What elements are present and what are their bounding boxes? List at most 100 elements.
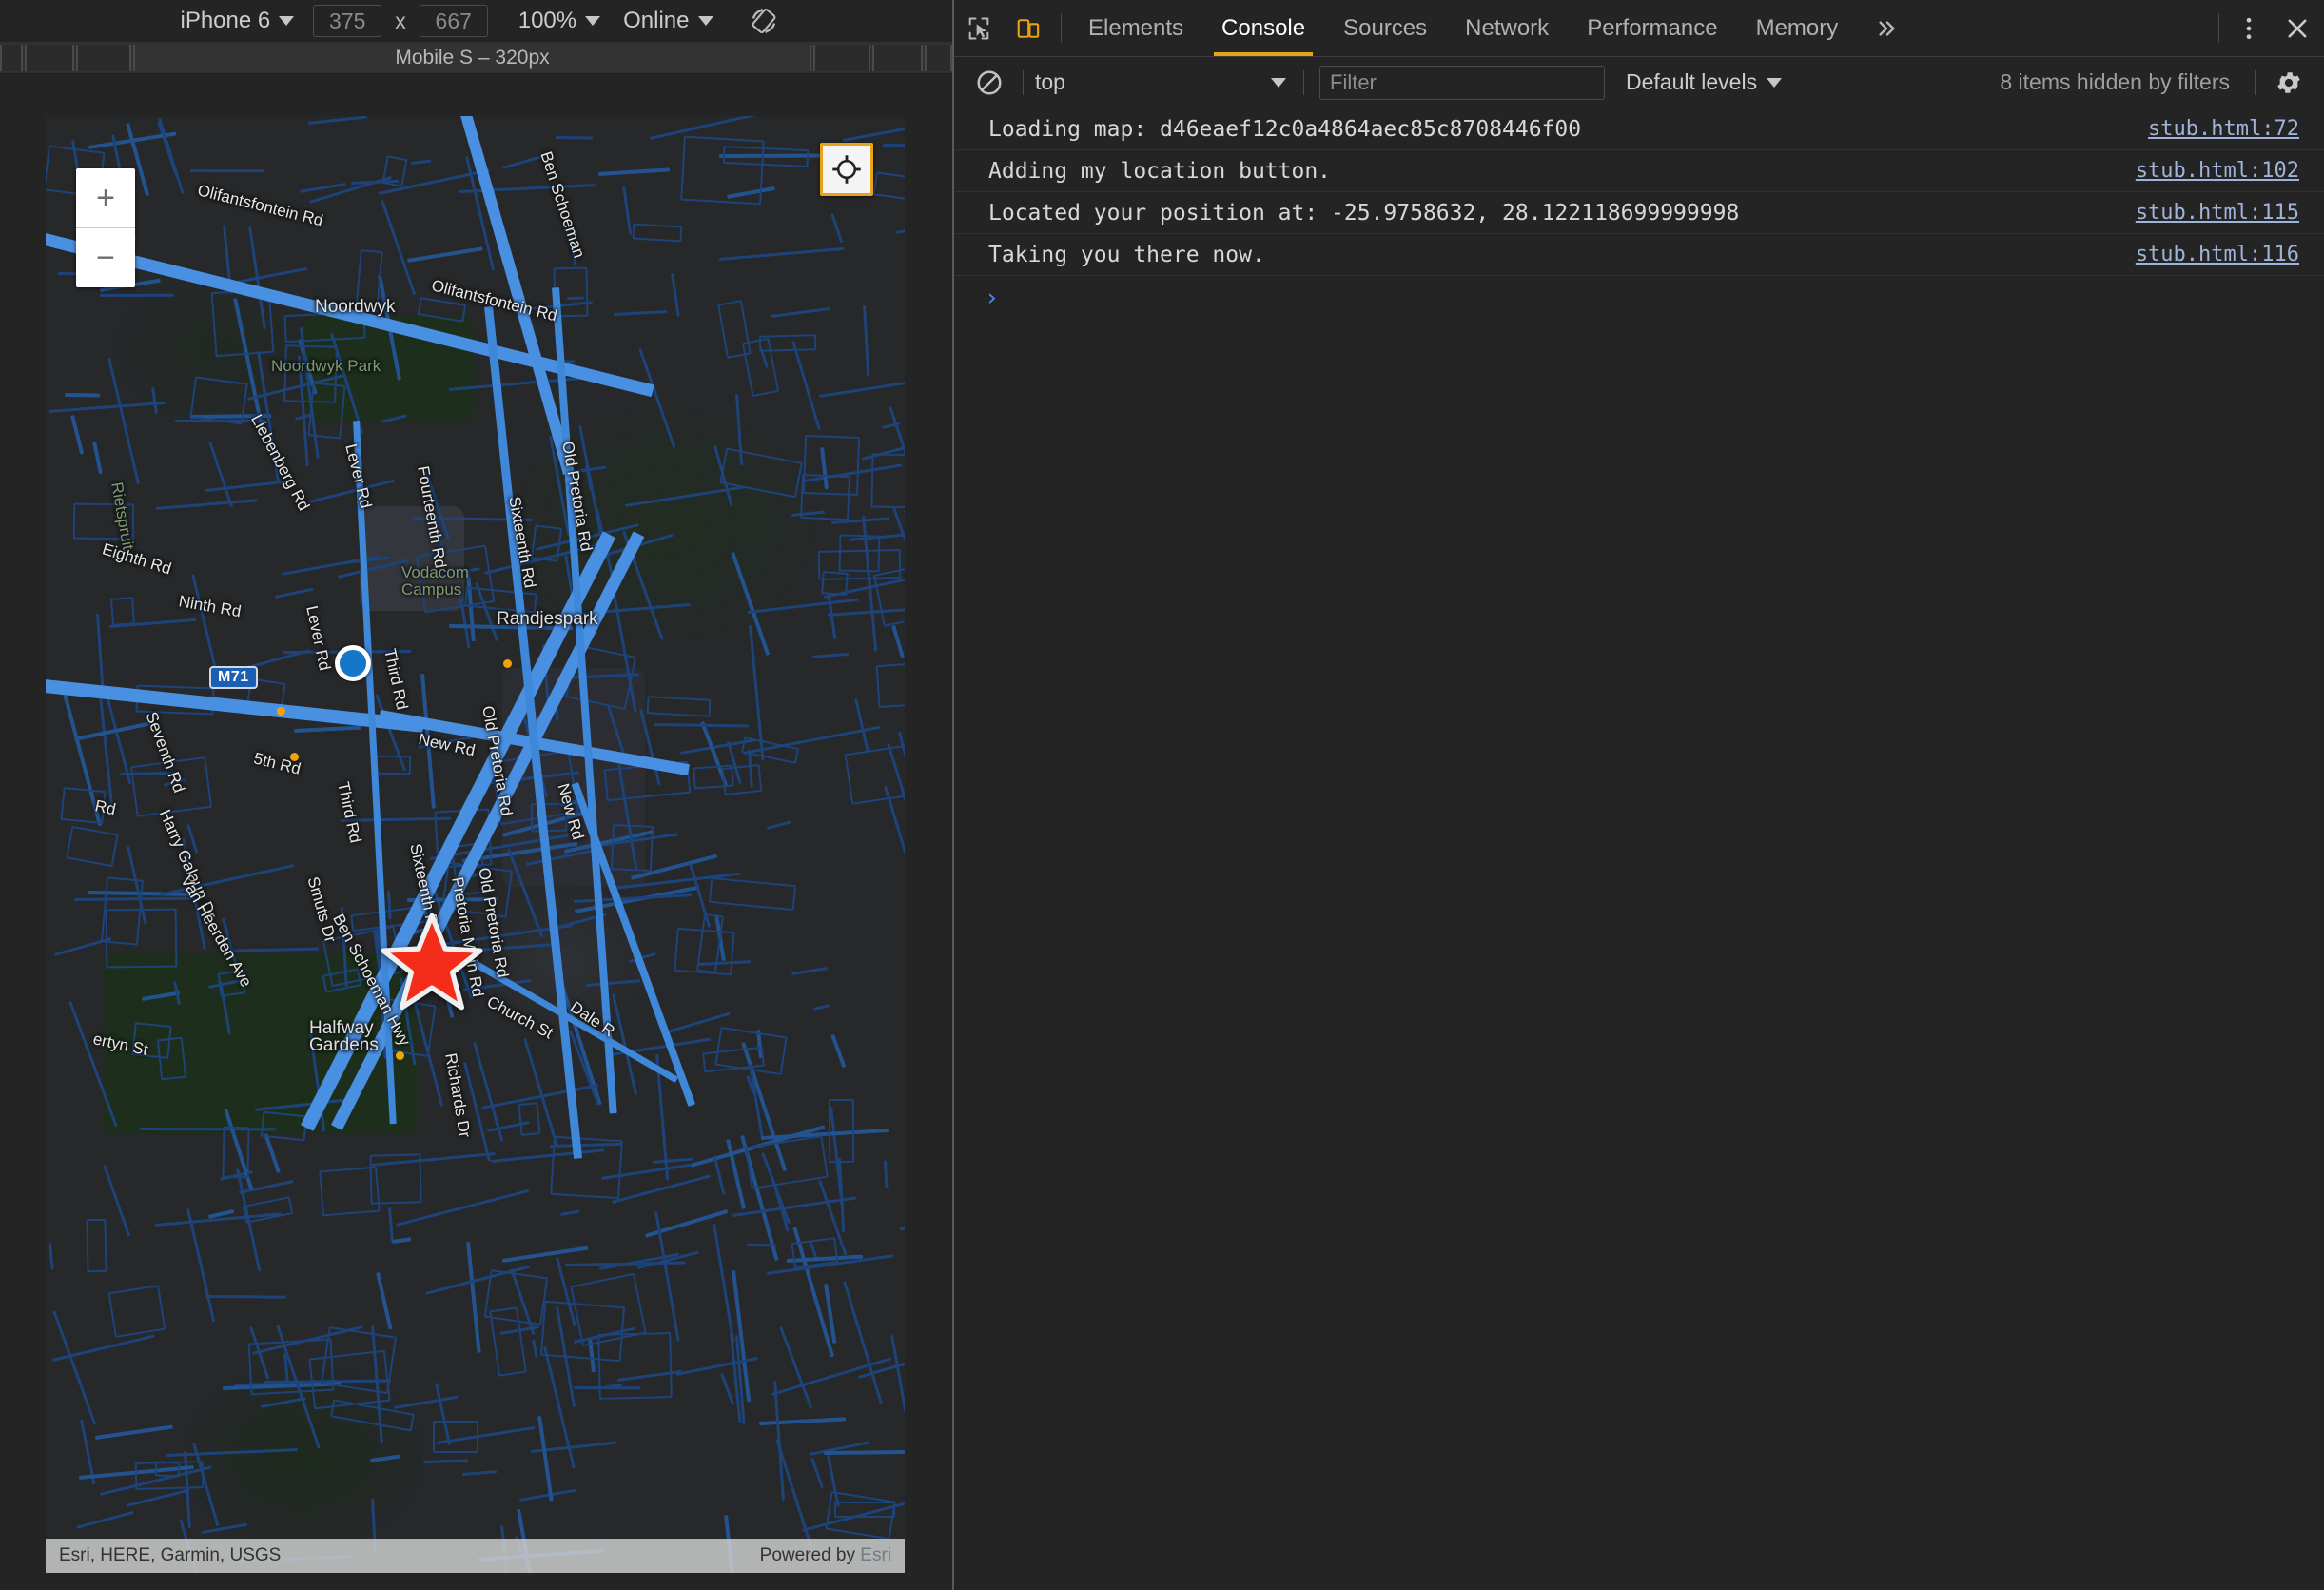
device-select-label: iPhone 6: [180, 8, 270, 34]
destination-star-marker[interactable]: [381, 912, 483, 1015]
log-level-select[interactable]: Default levels: [1626, 69, 1782, 95]
map-block-outline: [261, 1111, 307, 1141]
media-query-segment[interactable]: [25, 45, 74, 71]
map-block-outline: [157, 1037, 186, 1081]
tab-memory[interactable]: Memory: [1737, 0, 1858, 56]
map-poi-dot[interactable]: [396, 1051, 404, 1060]
zoom-out-button[interactable]: −: [76, 228, 135, 287]
zoom-in-button[interactable]: +: [76, 168, 135, 228]
chevron-down-icon: [279, 16, 294, 26]
map-block-outline: [674, 928, 735, 975]
map-block-outline: [829, 1099, 855, 1163]
device-viewport[interactable]: Olifantsfontein RdOlifantsfontein RdBen …: [46, 116, 905, 1573]
map-attribution-sources: Esri, HERE, Garmin, USGS: [59, 1545, 281, 1566]
toggle-device-toolbar-button[interactable]: [1004, 0, 1053, 56]
inspect-element-button[interactable]: [954, 0, 1004, 56]
clear-console-button[interactable]: [967, 69, 1011, 97]
console-message-source-link[interactable]: stub.html:115: [2136, 201, 2299, 225]
map-block-outline: [821, 571, 848, 596]
map-block-outline: [803, 435, 861, 496]
map-poi-dot[interactable]: [290, 753, 299, 761]
esri-link[interactable]: Esri: [860, 1545, 891, 1565]
media-query-segment[interactable]: [813, 45, 870, 71]
map-label: Noordwyk Park: [271, 357, 381, 376]
more-tabs-button[interactable]: [1857, 0, 1916, 56]
map-block-outline: [647, 696, 712, 716]
tab-network[interactable]: Network: [1446, 0, 1568, 56]
device-toolbar-icon: [1015, 15, 1042, 42]
viewport-width-input[interactable]: 375: [313, 5, 381, 37]
network-throttle-select[interactable]: Online: [612, 8, 724, 34]
chevron-down-icon: [698, 16, 713, 26]
map-block-outline: [110, 597, 135, 626]
tab-elements[interactable]: Elements: [1069, 0, 1202, 56]
map-road-minor: [140, 1128, 276, 1130]
console-prompt[interactable]: ›: [954, 276, 2324, 319]
map-block-outline: [550, 1136, 623, 1199]
console-settings-button[interactable]: [2267, 69, 2311, 97]
media-query-segment[interactable]: [925, 45, 952, 71]
rotate-device-button[interactable]: [742, 3, 786, 39]
media-query-ruler[interactable]: Mobile S – 320px: [0, 42, 952, 74]
console-toolbar: top Filter Default levels 8 items hidden…: [954, 57, 2324, 108]
console-message-source-link[interactable]: stub.html:116: [2136, 243, 2299, 266]
console-message-row[interactable]: Taking you there now. stub.html:116: [954, 234, 2324, 276]
device-select[interactable]: iPhone 6: [166, 8, 307, 34]
map-route-shield: M71: [209, 666, 258, 689]
console-message-text: Adding my location button.: [988, 159, 1331, 184]
tab-sources[interactable]: Sources: [1324, 0, 1446, 56]
star-icon: [381, 912, 483, 1011]
console-message-row[interactable]: Loading map: d46eaef12c0a4864aec85c87084…: [954, 108, 2324, 150]
map-road-minor: [100, 294, 174, 297]
more-vertical-icon: [2245, 14, 2253, 43]
console-message-source-link[interactable]: stub.html:72: [2148, 117, 2299, 141]
map-block-outline: [247, 1339, 334, 1396]
tab-console[interactable]: Console: [1202, 0, 1324, 56]
map-road-minor: [900, 1227, 905, 1230]
media-query-segment[interactable]: [872, 45, 923, 71]
map-zoom-controls[interactable]: + −: [76, 168, 135, 287]
close-icon: [2284, 15, 2311, 42]
map-label: Vodacom: [401, 563, 469, 582]
console-filter-input[interactable]: Filter: [1319, 66, 1605, 100]
toolbar-separator: [2218, 13, 2219, 43]
log-level-label: Default levels: [1626, 69, 1757, 95]
map-block-outline: [86, 1219, 107, 1273]
toolbar-separator: [1303, 70, 1304, 95]
clear-console-icon: [975, 69, 1004, 97]
viewport-height-input[interactable]: 667: [420, 5, 488, 37]
console-message-list[interactable]: Loading map: d46eaef12c0a4864aec85c87084…: [954, 108, 2324, 1590]
zoom-select[interactable]: 100%: [494, 8, 612, 34]
execution-context-select[interactable]: top: [1035, 69, 1292, 95]
media-query-segment[interactable]: [0, 45, 23, 71]
console-message-row[interactable]: Adding my location button. stub.html:102: [954, 150, 2324, 192]
console-message-text: Loading map: d46eaef12c0a4864aec85c87084…: [988, 117, 1581, 142]
console-message-source-link[interactable]: stub.html:102: [2136, 159, 2299, 183]
console-message-text: Taking you there now.: [988, 243, 1265, 267]
tab-performance[interactable]: Performance: [1568, 0, 1736, 56]
close-devtools-button[interactable]: [2271, 0, 2324, 56]
map-block-outline: [845, 743, 905, 805]
chevron-double-right-icon: [1874, 18, 1899, 39]
map-poi-dot[interactable]: [277, 707, 285, 716]
hidden-items-notice: 8 items hidden by filters: [1782, 69, 2243, 95]
map-label: Rd: [93, 796, 117, 819]
media-query-segment[interactable]: [76, 45, 131, 71]
crosshair-locate-icon: [830, 153, 863, 186]
map-canvas[interactable]: Olifantsfontein RdOlifantsfontein RdBen …: [46, 116, 905, 1573]
my-location-button[interactable]: [820, 143, 873, 196]
map-poi-dot[interactable]: [503, 659, 512, 668]
map-block-outline: [876, 661, 905, 708]
map-block-outline: [108, 1285, 166, 1338]
tab-bar-spacer: [1916, 0, 2211, 56]
media-query-active-segment[interactable]: Mobile S – 320px: [133, 45, 811, 71]
devtools-menu-button[interactable]: [2227, 0, 2271, 56]
map-block-outline: [680, 136, 765, 205]
toolbar-separator: [1061, 13, 1062, 43]
my-location-dot: [335, 645, 371, 681]
console-message-row[interactable]: Located your position at: -25.9758632, 2…: [954, 192, 2324, 234]
inspect-element-icon: [966, 15, 992, 42]
media-query-label: Mobile S – 320px: [395, 47, 549, 69]
map-attribution-powered-by: Powered by Esri: [760, 1545, 891, 1566]
map-road-minor: [904, 510, 905, 513]
